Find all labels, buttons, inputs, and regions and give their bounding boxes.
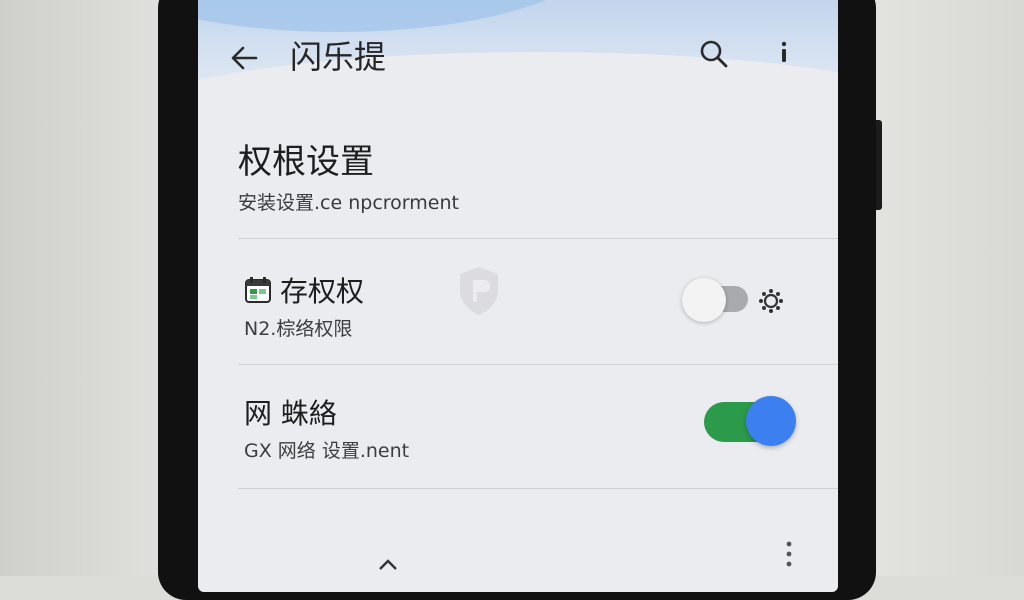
row-title: 网 蛛絡 — [244, 397, 337, 430]
more-options-button[interactable] — [772, 36, 796, 72]
phone-side-button — [876, 120, 882, 210]
row-title: 存权权 — [280, 275, 365, 308]
section-title: 权根设置 — [238, 142, 374, 182]
toggle-thumb — [746, 396, 796, 446]
header-wave — [198, 0, 598, 32]
search-button[interactable] — [696, 36, 732, 72]
more-vertical-icon — [781, 41, 787, 62]
arrow-left-icon — [231, 46, 258, 70]
row-subtitle: GX 网络 设置.nent — [244, 440, 410, 462]
divider — [238, 364, 838, 365]
more-vertical-icon[interactable] — [784, 540, 794, 580]
gear-icon[interactable] — [758, 288, 784, 314]
chevron-up-icon — [379, 559, 397, 570]
app-title: 闪乐提 — [290, 38, 387, 76]
setting-row-network[interactable]: 网 蛛絡 GX 网络 设置.nent — [198, 372, 838, 482]
setting-row-storage[interactable]: 存权权 N2.棕络权限 — [198, 258, 838, 368]
row-subtitle: N2.棕络权限 — [244, 318, 353, 340]
shield-watermark-icon — [460, 267, 498, 315]
toggle-thumb — [682, 278, 726, 322]
app-header: 闪乐提 — [198, 0, 838, 172]
divider — [238, 488, 838, 489]
section-subtitle: 安装设置.ce npcrorment — [238, 192, 459, 214]
app-screen: 闪乐提 权根设置 安装设置.ce npcrorment 存权权 N2.棕络权限 … — [198, 0, 838, 592]
phone-frame: 闪乐提 权根设置 安装设置.ce npcrorment 存权权 N2.棕络权限 … — [158, 0, 882, 600]
network-toggle[interactable] — [704, 396, 796, 448]
search-icon — [700, 40, 728, 68]
divider — [238, 238, 838, 239]
calendar-icon — [245, 277, 271, 303]
back-button[interactable] — [226, 40, 262, 76]
storage-toggle[interactable] — [682, 278, 756, 322]
